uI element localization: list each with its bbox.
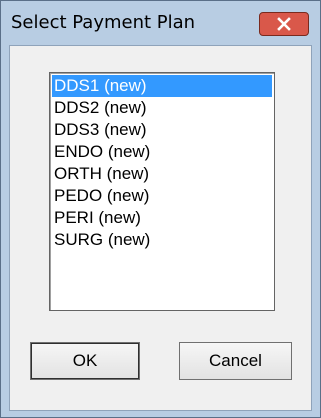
cancel-button[interactable]: Cancel [179, 342, 292, 380]
list-item[interactable]: PERI (new) [52, 207, 272, 229]
close-button[interactable] [259, 12, 309, 36]
payment-plan-list[interactable]: DDS1 (new) DDS2 (new) DDS3 (new) ENDO (n… [49, 72, 275, 311]
list-item[interactable]: ORTH (new) [52, 163, 272, 185]
list-item[interactable]: PEDO (new) [52, 185, 272, 207]
list-item[interactable]: ENDO (new) [52, 141, 272, 163]
select-payment-plan-dialog: Select Payment Plan DDS1 (new) DDS2 (new… [0, 0, 321, 418]
window-title: Select Payment Plan [11, 12, 196, 33]
title-bar[interactable]: Select Payment Plan [1, 1, 320, 45]
list-item[interactable]: DDS2 (new) [52, 97, 272, 119]
ok-button[interactable]: OK [30, 342, 140, 380]
list-item[interactable]: DDS3 (new) [52, 119, 272, 141]
list-item[interactable]: SURG (new) [52, 229, 272, 251]
list-item[interactable]: DDS1 (new) [52, 75, 272, 97]
close-icon [277, 17, 291, 31]
dialog-body: DDS1 (new) DDS2 (new) DDS3 (new) ENDO (n… [9, 45, 312, 411]
